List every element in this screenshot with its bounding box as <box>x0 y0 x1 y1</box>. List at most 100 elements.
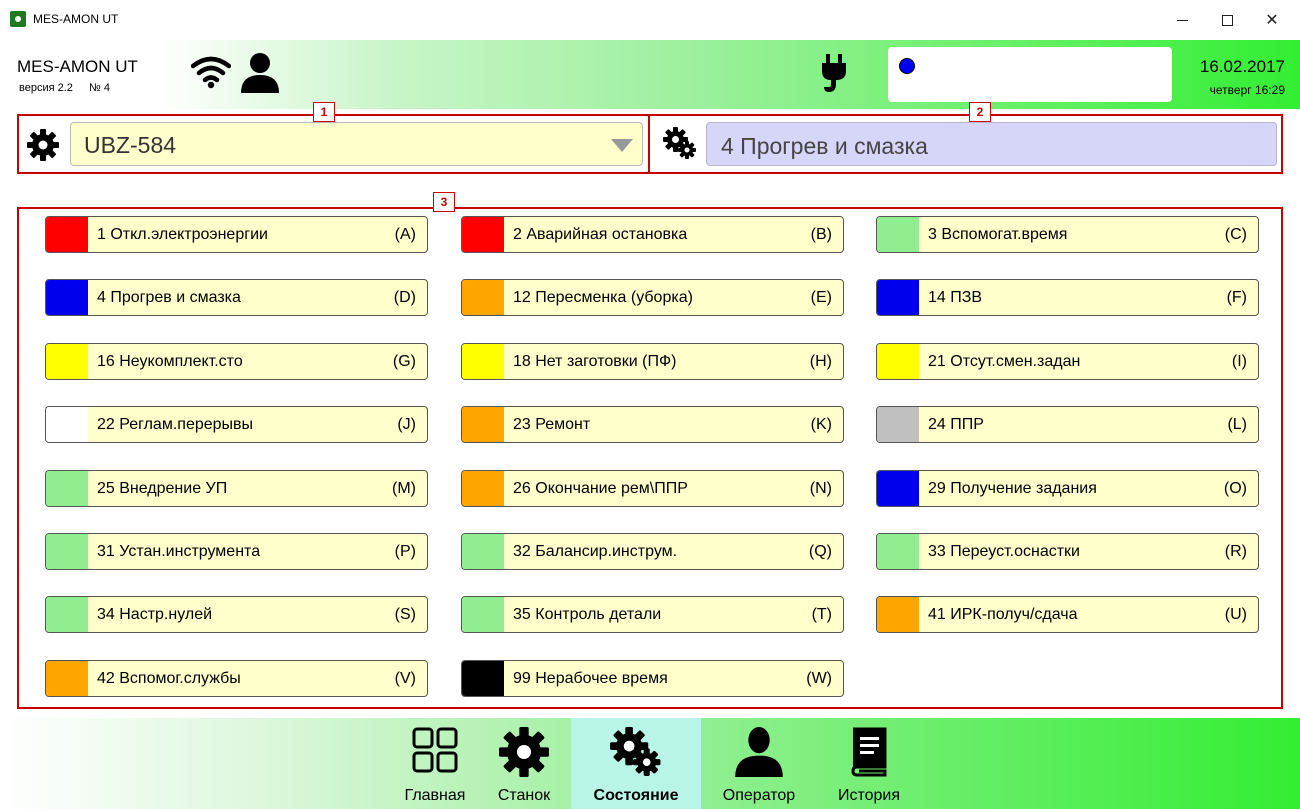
gears-icon <box>663 127 696 159</box>
state-color-swatch <box>46 597 88 632</box>
app-logo-icon <box>10 11 26 27</box>
state-label: 4 Прогрев и смазка <box>97 289 241 306</box>
state-button[interactable]: 2 Аварийная остановка (B) <box>461 216 844 253</box>
state-label: 32 Балансир.инструм. <box>513 543 678 560</box>
state-button[interactable]: 31 Устан.инструмента (P) <box>45 533 428 570</box>
app-version: версия 2.2 <box>19 82 73 94</box>
maximize-button[interactable] <box>1205 6 1249 34</box>
nav-state[interactable]: Состояние <box>571 718 701 809</box>
user-icon <box>735 727 783 777</box>
state-button[interactable]: 12 Пересменка (уборка) (E) <box>461 279 844 316</box>
state-label: 34 Настр.нулей <box>97 606 213 623</box>
machine-select[interactable]: UBZ-584 <box>70 122 643 166</box>
state-hotkey: (N) <box>809 480 832 497</box>
dropdown-arrow-icon[interactable] <box>611 139 633 152</box>
state-color-swatch <box>462 597 504 632</box>
state-color-swatch <box>46 280 88 315</box>
window-titlebar: MES-AMON UT ✕ <box>0 0 1300 40</box>
current-state-value: 4 Прогрев и смазка <box>721 133 928 159</box>
state-hotkey: (T) <box>811 606 832 623</box>
state-label: 18 Нет заготовки (ПФ) <box>513 353 677 370</box>
current-state-display: 4 Прогрев и смазка <box>706 122 1277 166</box>
state-label: 41 ИРК-получ/сдача <box>928 606 1078 623</box>
state-button[interactable]: 22 Реглам.перерывы (J) <box>45 406 428 443</box>
weekday-time: четверг 16:29 <box>1209 83 1285 97</box>
state-color-swatch <box>462 661 504 696</box>
state-button[interactable]: 99 Нерабочее время (W) <box>461 660 844 697</box>
state-label: 1 Откл.электроэнергии <box>97 226 268 243</box>
state-button[interactable]: 35 Контроль детали (T) <box>461 596 844 633</box>
user-icon <box>241 53 279 93</box>
minimize-icon <box>1176 19 1188 21</box>
state-color-swatch <box>462 344 504 379</box>
state-button[interactable]: 18 Нет заготовки (ПФ) (H) <box>461 343 844 380</box>
state-color-swatch <box>462 534 504 569</box>
nav-history[interactable]: История <box>821 718 917 809</box>
state-label: 23 Ремонт <box>513 416 591 433</box>
nav-machine[interactable]: Станок <box>483 718 565 809</box>
status-panel <box>888 47 1172 102</box>
close-button[interactable]: ✕ <box>1250 6 1294 34</box>
state-button[interactable]: 24 ППР (L) <box>876 406 1259 443</box>
state-button[interactable]: 4 Прогрев и смазка (D) <box>45 279 428 316</box>
state-button[interactable]: 42 Вспомог.службы (V) <box>45 660 428 697</box>
state-label: 22 Реглам.перерывы <box>97 416 254 433</box>
state-hotkey: (R) <box>1224 543 1247 560</box>
state-label: 31 Устан.инструмента <box>97 543 261 560</box>
state-hotkey: (C) <box>1224 226 1247 243</box>
state-button[interactable]: 32 Балансир.инструм. (Q) <box>461 533 844 570</box>
close-icon: ✕ <box>1265 12 1279 29</box>
state-color-swatch <box>877 471 919 506</box>
terminal-number: № 4 <box>89 82 110 94</box>
state-color-swatch <box>877 597 919 632</box>
state-label: 16 Неукомплект.сто <box>97 353 243 370</box>
state-hotkey: (W) <box>806 670 832 687</box>
nav-home[interactable]: Главная <box>389 718 481 809</box>
state-label: 26 Окончание рем\ППР <box>513 480 688 497</box>
wifi-icon <box>191 56 231 89</box>
state-color-swatch <box>877 534 919 569</box>
gear-icon <box>27 129 59 161</box>
state-hotkey: (F) <box>1226 289 1247 306</box>
state-color-swatch <box>877 217 919 252</box>
power-plug-icon <box>822 54 846 92</box>
state-label: 25 Внедрение УП <box>97 480 228 497</box>
state-label: 42 Вспомог.службы <box>97 670 241 687</box>
state-color-swatch <box>877 280 919 315</box>
state-label: 29 Получение задания <box>928 480 1097 497</box>
state-color-swatch <box>462 280 504 315</box>
state-hotkey: (E) <box>810 289 832 306</box>
state-label: 14 ПЗВ <box>928 289 983 306</box>
state-color-swatch <box>46 534 88 569</box>
gear-icon <box>499 727 549 777</box>
state-button[interactable]: 29 Получение задания (O) <box>876 470 1259 507</box>
nav-history-label: История <box>837 787 901 804</box>
nav-operator[interactable]: Оператор <box>707 718 811 809</box>
state-hotkey: (A) <box>394 226 416 243</box>
state-button[interactable]: 14 ПЗВ (F) <box>876 279 1259 316</box>
state-hotkey: (J) <box>397 416 416 433</box>
state-hotkey: (U) <box>1224 606 1247 623</box>
state-button[interactable]: 16 Неукомплект.сто (G) <box>45 343 428 380</box>
state-hotkey: (S) <box>394 606 416 623</box>
state-hotkey: (H) <box>809 353 832 370</box>
state-button[interactable]: 25 Внедрение УП (M) <box>45 470 428 507</box>
bottom-navigation: Главная Станок Состояние Оператор Истори… <box>0 718 1300 809</box>
app-header: MES-AMON UT версия 2.2 № 4 16.02.2017 че… <box>0 40 1300 109</box>
state-color-swatch <box>46 217 88 252</box>
state-button[interactable]: 3 Вспомогат.время (C) <box>876 216 1259 253</box>
state-button[interactable]: 26 Окончание рем\ППР (N) <box>461 470 844 507</box>
state-hotkey: (D) <box>393 289 416 306</box>
state-button[interactable]: 21 Отсут.смен.задан (I) <box>876 343 1259 380</box>
minimize-button[interactable] <box>1160 6 1204 34</box>
window-title: MES-AMON UT <box>33 12 119 26</box>
state-button[interactable]: 41 ИРК-получ/сдача (U) <box>876 596 1259 633</box>
state-button[interactable]: 23 Ремонт (K) <box>461 406 844 443</box>
state-button[interactable]: 34 Настр.нулей (S) <box>45 596 428 633</box>
state-button[interactable]: 33 Переуст.оснастки (R) <box>876 533 1259 570</box>
nav-machine-label: Станок <box>497 787 551 804</box>
state-color-swatch <box>46 471 88 506</box>
maximize-icon <box>1221 14 1233 26</box>
app-name: MES-AMON UT <box>17 57 138 76</box>
state-button[interactable]: 1 Откл.электроэнергии (A) <box>45 216 428 253</box>
